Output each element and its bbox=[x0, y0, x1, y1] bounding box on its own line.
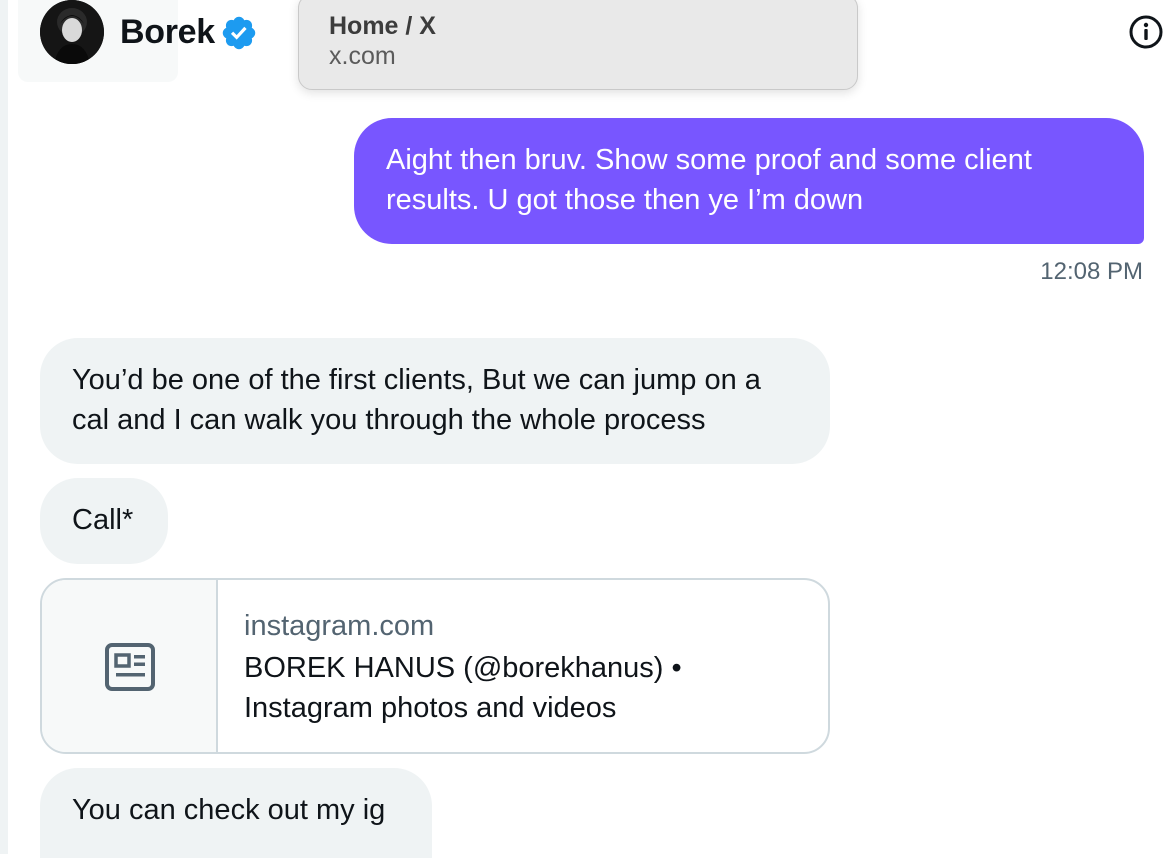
link-preview-domain: instagram.com bbox=[244, 610, 435, 642]
tooltip-url: x.com bbox=[329, 42, 396, 70]
avatar[interactable] bbox=[40, 0, 104, 64]
tab-tooltip: Home / X x.com bbox=[298, 0, 858, 90]
message-bubble-received[interactable]: You’d be one of the first clients, But w… bbox=[40, 338, 830, 464]
left-border bbox=[0, 0, 8, 854]
link-preview-thumbnail bbox=[42, 580, 218, 752]
info-icon[interactable] bbox=[1128, 14, 1164, 50]
link-preview-title: BOREK HANUS (@borekhanus) • Instagram ph… bbox=[244, 652, 682, 724]
display-name[interactable]: Borek bbox=[120, 10, 215, 54]
message-bubble-sent[interactable]: Aight then bruv. Show some proof and som… bbox=[354, 118, 1144, 244]
message-bubble-received[interactable]: You can check out my ig bbox=[40, 768, 432, 858]
article-icon bbox=[105, 643, 155, 691]
message-timestamp: 12:08 PM bbox=[1040, 258, 1143, 285]
verified-badge-icon bbox=[222, 16, 256, 50]
avatar-image bbox=[40, 0, 104, 64]
message-bubble-received[interactable]: Call* bbox=[40, 478, 168, 564]
tooltip-title: Home / X bbox=[329, 12, 436, 40]
link-preview-card[interactable]: instagram.com BOREK HANUS (@borekhanus) … bbox=[40, 578, 830, 754]
